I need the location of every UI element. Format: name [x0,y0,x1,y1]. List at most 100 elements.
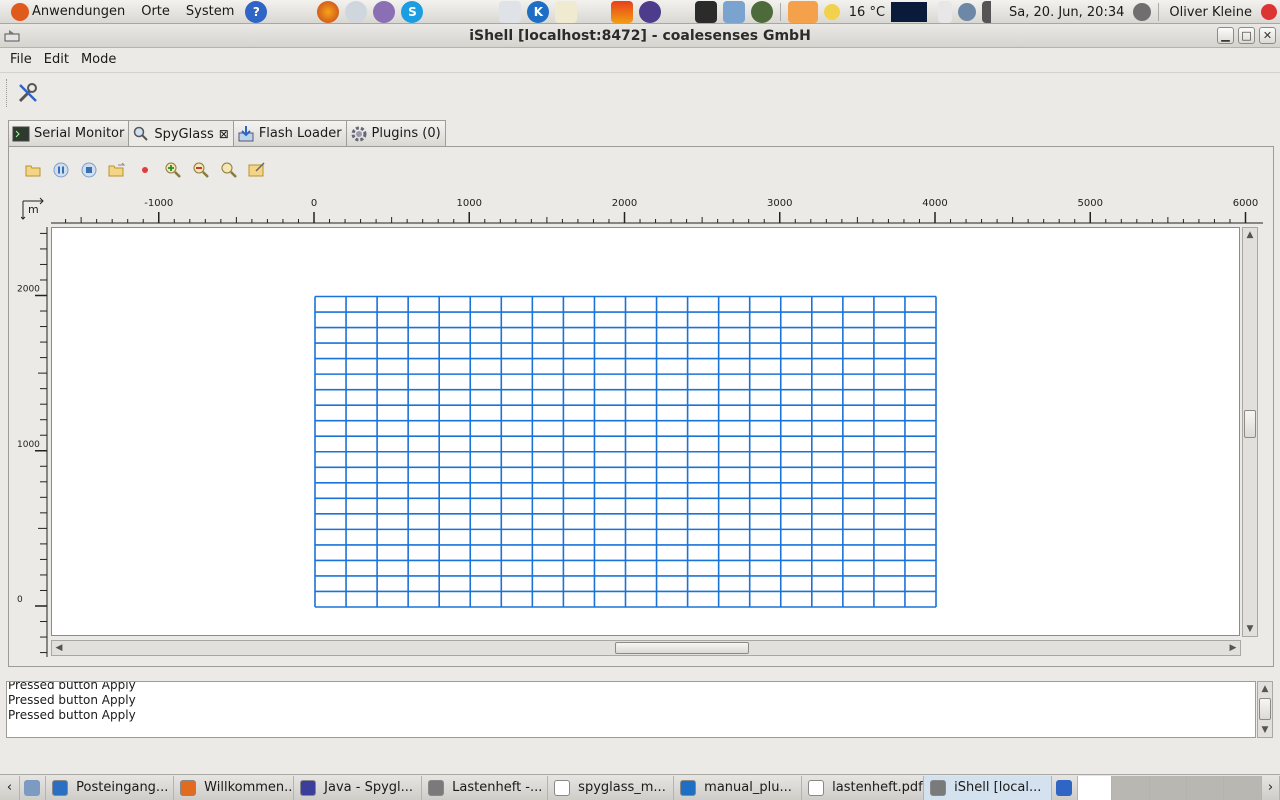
zoom-in-button[interactable] [159,156,187,184]
panel-separator [1158,3,1160,21]
tab-spyglass[interactable]: SpyGlass ⊠ [128,120,234,147]
menu-file[interactable]: File [4,52,38,67]
ruler-x-label: 5000 [1078,198,1103,209]
workspace-3[interactable] [1112,775,1150,800]
log-scroll-up-arrow[interactable]: ▲ [1258,682,1272,696]
clipboard-icon[interactable] [938,1,953,23]
ruler-y-label: 0 [17,595,23,605]
clock-launcher-icon[interactable] [499,0,522,23]
open-button[interactable] [19,156,47,184]
taskbar-item[interactable]: spyglass_m... [548,775,675,800]
horizontal-scrollbar[interactable]: ◀ ▶ [51,640,1241,656]
scroll-down-arrow[interactable]: ▼ [1243,622,1257,636]
help-icon[interactable]: ? [245,0,268,23]
kde-launcher-icon[interactable]: K [527,0,550,23]
shutdown-icon[interactable] [1261,4,1277,20]
horizontal-scroll-thumb[interactable] [615,642,749,654]
home-folder-icon[interactable] [722,1,745,23]
tab-flash-loader[interactable]: Flash Loader [232,120,347,146]
record-button[interactable] [131,156,159,184]
bottom-taskbar: ‹ Posteingang... Willkommen... Java - Spyg… [0,774,1280,800]
weather-icon[interactable] [823,4,840,20]
bluetooth-icon[interactable] [958,3,977,21]
minimize-button[interactable]: ▁ [1217,27,1234,44]
show-desktop-button[interactable] [20,775,47,800]
ruler-x-label: 6000 [1233,198,1258,209]
toolbar-grip[interactable] [6,79,9,107]
workspace-4[interactable] [1149,775,1187,800]
pause-icon [53,162,69,178]
taskbar-scroll-right[interactable]: › [1262,775,1280,800]
panel-menu-system[interactable]: System [178,0,242,24]
load-button[interactable] [103,156,131,184]
taskbar-scroll-left[interactable]: ‹ [0,775,20,800]
scroll-right-arrow[interactable]: ▶ [1226,641,1240,655]
panel-user-name[interactable]: Oliver Kleine [1163,5,1258,20]
log-line: Pressed button Apply [8,681,136,692]
taskbar-item-label: Posteingang... [76,780,169,795]
log-output[interactable]: Pressed button Apply Pressed button Appl… [6,681,1256,738]
tab-plugins[interactable]: Plugins (0) [345,120,446,146]
tab-serial-monitor[interactable]: Serial Monitor [8,120,130,146]
log-scroll-thumb[interactable] [1259,698,1271,720]
top-panel: Anwendungen Orte System ? S K 16 °C Sa, … [0,0,1280,24]
taskbar-item[interactable]: Willkommen... [174,775,295,800]
window-title: iShell [localhost:8472] - coalesenses Gm… [469,27,811,44]
terminal-icon[interactable] [694,1,717,23]
taskbar-item[interactable]: iShell [local... [924,775,1053,800]
signal-strength-icon[interactable] [982,1,1001,23]
taskbar-item[interactable]: lastenheft.pdf [802,775,925,800]
zoom-out-button[interactable] [187,156,215,184]
skype-launcher-icon[interactable]: S [401,0,424,23]
close-button[interactable]: ✕ [1259,27,1276,44]
scroll-left-arrow[interactable]: ◀ [52,641,66,655]
weather-temperature[interactable]: 16 °C [843,5,891,20]
vertical-scroll-thumb[interactable] [1244,410,1256,438]
tab-label: Serial Monitor [34,126,125,141]
taskbar-item[interactable]: Posteingang... [46,775,175,800]
maximize-button[interactable]: □ [1238,27,1255,44]
eclipse-launcher-icon[interactable] [639,0,662,23]
taskbar-item[interactable]: manual_plu... [674,775,803,800]
volume-icon[interactable] [1133,3,1152,21]
export-button[interactable] [243,156,271,184]
gear-icon [350,125,368,143]
spyglass-canvas[interactable] [51,227,1240,636]
menu-mode[interactable]: Mode [75,52,122,67]
folder-arrow-icon [108,163,126,177]
ruler-unit-corner[interactable]: m [20,195,47,221]
tools-button[interactable] [14,79,42,107]
taskbar-item[interactable]: Lastenheft -... [422,775,549,800]
taskbar-item[interactable]: Java - Spygl... [294,775,423,800]
pidgin-launcher-icon[interactable] [373,0,396,23]
menu-edit[interactable]: Edit [38,52,75,67]
workspace-1[interactable] [1052,775,1079,800]
log-scrollbar[interactable]: ▲ ▼ [1257,681,1273,738]
matlab-launcher-icon[interactable] [611,0,634,23]
firefox-launcher-icon[interactable] [317,0,340,23]
pause-button[interactable] [47,156,75,184]
scroll-up-arrow[interactable]: ▲ [1243,228,1257,242]
workspace-5[interactable] [1187,775,1225,800]
zoom-fit-button[interactable] [215,156,243,184]
ruler-x-label: 4000 [922,198,947,209]
workspace-2[interactable] [1078,775,1113,800]
taskbar-app-icon [428,779,445,796]
mail-launcher-icon[interactable] [345,0,368,23]
ruler-x-label: 3000 [767,198,792,209]
fish-applet-icon[interactable] [787,1,818,23]
stop-button[interactable] [75,156,103,184]
window-titlebar[interactable]: iShell [localhost:8472] - coalesenses Gm… [0,24,1280,48]
taskbar-app-icon [300,779,317,796]
network-icon[interactable] [750,1,773,23]
panel-clock[interactable]: Sa, 20. Jun, 20:34 [1003,5,1130,20]
close-tab-icon[interactable]: ⊠ [219,127,229,141]
vertical-scrollbar[interactable]: ▲ ▼ [1242,227,1258,637]
system-monitor-graph[interactable] [891,2,928,22]
notes-launcher-icon[interactable] [555,0,578,23]
panel-menu-places[interactable]: Orte [133,0,178,24]
log-scroll-down-arrow[interactable]: ▼ [1258,723,1272,737]
workspace-6[interactable] [1224,775,1262,800]
panel-menu-applications[interactable]: Anwendungen [0,0,133,24]
taskbar-item-label: spyglass_m... [578,780,666,795]
